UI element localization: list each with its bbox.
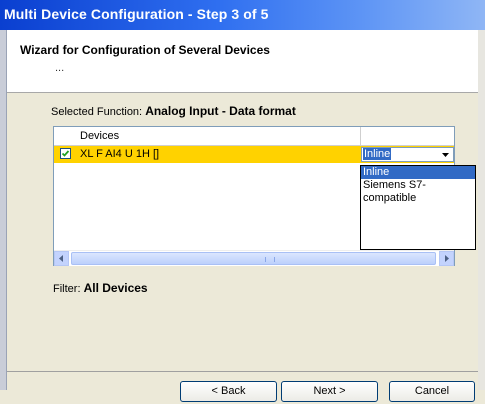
wizard-window: Multi Device Configuration - Step 3 of 5… — [0, 0, 485, 404]
scroll-right-button[interactable] — [439, 251, 454, 266]
filter-value: All Devices — [83, 281, 148, 295]
window-title: Multi Device Configuration - Step 3 of 5 — [4, 6, 269, 22]
devices-column-label: Devices — [80, 130, 120, 142]
selected-function-value: Analog Input - Data format — [145, 104, 296, 118]
wizard-header: Wizard for Configuration of Several Devi… — [7, 30, 478, 93]
arrow-right-icon — [445, 255, 449, 262]
format-dropdown-list[interactable]: Inline Siemens S7-compatible — [360, 165, 476, 250]
scroll-grip-icon — [265, 257, 275, 262]
title-bar[interactable]: Multi Device Configuration - Step 3 of 5 — [0, 0, 485, 30]
wizard-heading: Wizard for Configuration of Several Devi… — [20, 43, 270, 57]
selected-function: Selected Function: Analog Input - Data f… — [51, 104, 296, 118]
filter: Filter: All Devices — [53, 281, 148, 295]
filter-label: Filter: — [53, 283, 81, 295]
format-select-value: Inline — [363, 148, 392, 160]
checkmark-icon — [61, 150, 70, 157]
scroll-thumb[interactable] — [71, 252, 436, 265]
scroll-left-button[interactable] — [54, 251, 69, 266]
right-edge — [478, 30, 485, 390]
arrow-left-icon — [59, 255, 63, 262]
back-button[interactable]: < Back — [180, 381, 277, 402]
horizontal-scrollbar[interactable] — [54, 250, 454, 266]
dropdown-option-siemens[interactable]: Siemens S7-compatible — [361, 179, 475, 204]
device-checkbox[interactable] — [60, 148, 71, 159]
devices-column-header[interactable]: Devices — [54, 127, 361, 145]
dropdown-option-inline[interactable]: Inline — [361, 166, 475, 179]
wizard-subtitle: ... — [55, 62, 65, 74]
device-name: XL F AI4 U 1H [] — [80, 148, 160, 160]
selected-function-label: Selected Function: — [51, 106, 143, 118]
list-header: Devices — [54, 127, 454, 146]
left-edge — [0, 30, 7, 390]
chevron-down-icon — [442, 153, 449, 157]
cancel-button[interactable]: Cancel — [389, 381, 475, 402]
dropdown-button[interactable] — [438, 148, 453, 161]
next-button[interactable]: Next > — [281, 381, 378, 402]
format-select[interactable]: Inline — [361, 147, 454, 162]
table-row[interactable]: XL F AI4 U 1H [] Inline — [54, 146, 454, 163]
footer-divider — [7, 371, 478, 372]
